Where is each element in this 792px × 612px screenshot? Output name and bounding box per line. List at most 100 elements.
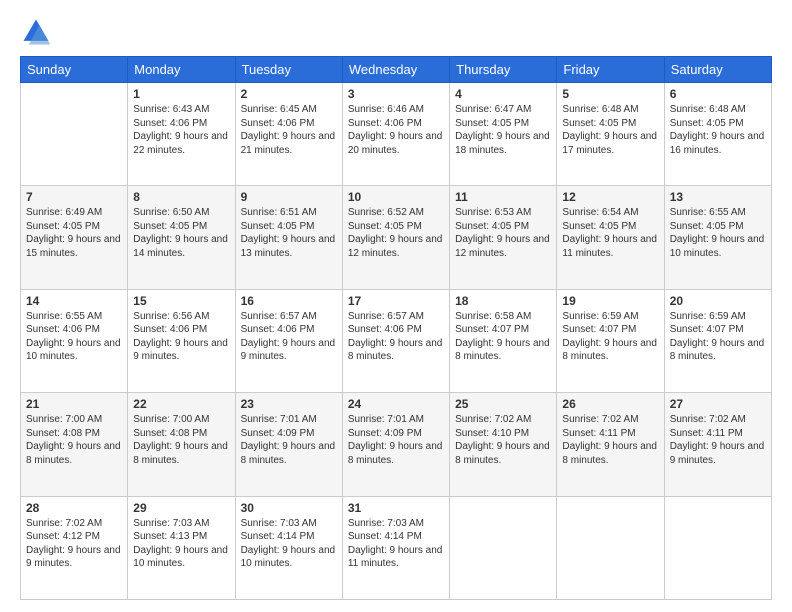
day-info: Sunrise: 7:02 AMSunset: 4:10 PMDaylight:… xyxy=(455,413,551,467)
calendar-cell: 23 Sunrise: 7:01 AMSunset: 4:09 PMDayligh… xyxy=(235,393,342,496)
calendar-header-friday: Friday xyxy=(557,57,664,83)
day-info: Sunrise: 7:03 AMSunset: 4:13 PMDaylight:… xyxy=(133,517,229,571)
day-number: 10 xyxy=(348,190,444,204)
day-number: 4 xyxy=(455,87,551,101)
calendar-cell: 19 Sunrise: 6:59 AMSunset: 4:07 PMDayligh… xyxy=(557,289,664,392)
day-number: 6 xyxy=(670,87,766,101)
calendar-cell: 9 Sunrise: 6:51 AMSunset: 4:05 PMDaylight… xyxy=(235,186,342,289)
calendar-header-saturday: Saturday xyxy=(664,57,771,83)
day-info: Sunrise: 7:02 AMSunset: 4:11 PMDaylight:… xyxy=(562,413,658,467)
calendar-week-2: 7 Sunrise: 6:49 AMSunset: 4:05 PMDaylight… xyxy=(21,186,772,289)
day-info: Sunrise: 6:49 AMSunset: 4:05 PMDaylight:… xyxy=(26,206,122,260)
day-number: 19 xyxy=(562,294,658,308)
day-number: 17 xyxy=(348,294,444,308)
day-info: Sunrise: 7:02 AMSunset: 4:11 PMDaylight:… xyxy=(670,413,766,467)
day-number: 11 xyxy=(455,190,551,204)
day-info: Sunrise: 6:54 AMSunset: 4:05 PMDaylight:… xyxy=(562,206,658,260)
calendar-header-thursday: Thursday xyxy=(450,57,557,83)
calendar-cell xyxy=(664,496,771,599)
logo-icon xyxy=(20,16,52,48)
day-info: Sunrise: 6:56 AMSunset: 4:06 PMDaylight:… xyxy=(133,310,229,364)
day-info: Sunrise: 6:47 AMSunset: 4:05 PMDaylight:… xyxy=(455,103,551,157)
day-info: Sunrise: 6:58 AMSunset: 4:07 PMDaylight:… xyxy=(455,310,551,364)
calendar-table: SundayMondayTuesdayWednesdayThursdayFrid… xyxy=(20,56,772,600)
day-number: 1 xyxy=(133,87,229,101)
day-info: Sunrise: 6:46 AMSunset: 4:06 PMDaylight:… xyxy=(348,103,444,157)
day-info: Sunrise: 6:59 AMSunset: 4:07 PMDaylight:… xyxy=(670,310,766,364)
calendar-cell: 25 Sunrise: 7:02 AMSunset: 4:10 PMDayligh… xyxy=(450,393,557,496)
calendar-header-row: SundayMondayTuesdayWednesdayThursdayFrid… xyxy=(21,57,772,83)
day-number: 25 xyxy=(455,397,551,411)
day-info: Sunrise: 6:55 AMSunset: 4:05 PMDaylight:… xyxy=(670,206,766,260)
day-info: Sunrise: 6:51 AMSunset: 4:05 PMDaylight:… xyxy=(241,206,337,260)
calendar-cell: 29 Sunrise: 7:03 AMSunset: 4:13 PMDayligh… xyxy=(128,496,235,599)
calendar-cell: 27 Sunrise: 7:02 AMSunset: 4:11 PMDayligh… xyxy=(664,393,771,496)
day-info: Sunrise: 6:55 AMSunset: 4:06 PMDaylight:… xyxy=(26,310,122,364)
calendar-cell: 31 Sunrise: 7:03 AMSunset: 4:14 PMDayligh… xyxy=(342,496,449,599)
calendar-cell: 1 Sunrise: 6:43 AMSunset: 4:06 PMDaylight… xyxy=(128,83,235,186)
day-number: 18 xyxy=(455,294,551,308)
page: SundayMondayTuesdayWednesdayThursdayFrid… xyxy=(0,0,792,612)
day-number: 28 xyxy=(26,501,122,515)
day-number: 31 xyxy=(348,501,444,515)
day-number: 27 xyxy=(670,397,766,411)
header xyxy=(20,16,772,48)
day-number: 29 xyxy=(133,501,229,515)
logo xyxy=(20,16,56,48)
day-info: Sunrise: 6:43 AMSunset: 4:06 PMDaylight:… xyxy=(133,103,229,157)
day-info: Sunrise: 7:00 AMSunset: 4:08 PMDaylight:… xyxy=(26,413,122,467)
calendar-cell xyxy=(21,83,128,186)
day-info: Sunrise: 6:48 AMSunset: 4:05 PMDaylight:… xyxy=(562,103,658,157)
day-info: Sunrise: 7:03 AMSunset: 4:14 PMDaylight:… xyxy=(348,517,444,571)
calendar-week-3: 14 Sunrise: 6:55 AMSunset: 4:06 PMDayligh… xyxy=(21,289,772,392)
day-info: Sunrise: 7:02 AMSunset: 4:12 PMDaylight:… xyxy=(26,517,122,571)
day-number: 2 xyxy=(241,87,337,101)
calendar-header-wednesday: Wednesday xyxy=(342,57,449,83)
calendar-cell: 15 Sunrise: 6:56 AMSunset: 4:06 PMDayligh… xyxy=(128,289,235,392)
calendar-cell: 28 Sunrise: 7:02 AMSunset: 4:12 PMDayligh… xyxy=(21,496,128,599)
calendar-cell: 12 Sunrise: 6:54 AMSunset: 4:05 PMDayligh… xyxy=(557,186,664,289)
day-info: Sunrise: 6:48 AMSunset: 4:05 PMDaylight:… xyxy=(670,103,766,157)
calendar-cell: 7 Sunrise: 6:49 AMSunset: 4:05 PMDaylight… xyxy=(21,186,128,289)
day-number: 14 xyxy=(26,294,122,308)
day-info: Sunrise: 6:52 AMSunset: 4:05 PMDaylight:… xyxy=(348,206,444,260)
day-info: Sunrise: 7:03 AMSunset: 4:14 PMDaylight:… xyxy=(241,517,337,571)
day-number: 3 xyxy=(348,87,444,101)
day-number: 22 xyxy=(133,397,229,411)
day-info: Sunrise: 7:01 AMSunset: 4:09 PMDaylight:… xyxy=(348,413,444,467)
day-number: 26 xyxy=(562,397,658,411)
day-info: Sunrise: 6:59 AMSunset: 4:07 PMDaylight:… xyxy=(562,310,658,364)
day-number: 13 xyxy=(670,190,766,204)
day-number: 7 xyxy=(26,190,122,204)
day-number: 9 xyxy=(241,190,337,204)
calendar-cell: 13 Sunrise: 6:55 AMSunset: 4:05 PMDayligh… xyxy=(664,186,771,289)
calendar-cell xyxy=(557,496,664,599)
day-number: 5 xyxy=(562,87,658,101)
day-number: 12 xyxy=(562,190,658,204)
calendar-week-1: 1 Sunrise: 6:43 AMSunset: 4:06 PMDaylight… xyxy=(21,83,772,186)
day-number: 23 xyxy=(241,397,337,411)
day-info: Sunrise: 6:57 AMSunset: 4:06 PMDaylight:… xyxy=(241,310,337,364)
calendar-cell: 22 Sunrise: 7:00 AMSunset: 4:08 PMDayligh… xyxy=(128,393,235,496)
calendar-header-tuesday: Tuesday xyxy=(235,57,342,83)
day-number: 8 xyxy=(133,190,229,204)
day-info: Sunrise: 6:57 AMSunset: 4:06 PMDaylight:… xyxy=(348,310,444,364)
day-info: Sunrise: 7:00 AMSunset: 4:08 PMDaylight:… xyxy=(133,413,229,467)
calendar-cell: 16 Sunrise: 6:57 AMSunset: 4:06 PMDayligh… xyxy=(235,289,342,392)
calendar-cell: 24Sunrise: 7:01 AMSunset: 4:09 PMDayligh… xyxy=(342,393,449,496)
day-number: 30 xyxy=(241,501,337,515)
calendar-cell: 21 Sunrise: 7:00 AMSunset: 4:08 PMDayligh… xyxy=(21,393,128,496)
calendar-cell xyxy=(450,496,557,599)
day-number: 15 xyxy=(133,294,229,308)
calendar-cell: 14 Sunrise: 6:55 AMSunset: 4:06 PMDayligh… xyxy=(21,289,128,392)
day-info: Sunrise: 6:45 AMSunset: 4:06 PMDaylight:… xyxy=(241,103,337,157)
day-info: Sunrise: 6:53 AMSunset: 4:05 PMDaylight:… xyxy=(455,206,551,260)
calendar-cell: 8Sunrise: 6:50 AMSunset: 4:05 PMDaylight… xyxy=(128,186,235,289)
day-number: 20 xyxy=(670,294,766,308)
day-info: Sunrise: 7:01 AMSunset: 4:09 PMDaylight:… xyxy=(241,413,337,467)
day-number: 16 xyxy=(241,294,337,308)
calendar-cell: 17 Sunrise: 6:57 AMSunset: 4:06 PMDayligh… xyxy=(342,289,449,392)
calendar-cell: 18 Sunrise: 6:58 AMSunset: 4:07 PMDayligh… xyxy=(450,289,557,392)
calendar-cell: 5 Sunrise: 6:48 AMSunset: 4:05 PMDaylight… xyxy=(557,83,664,186)
day-number: 21 xyxy=(26,397,122,411)
